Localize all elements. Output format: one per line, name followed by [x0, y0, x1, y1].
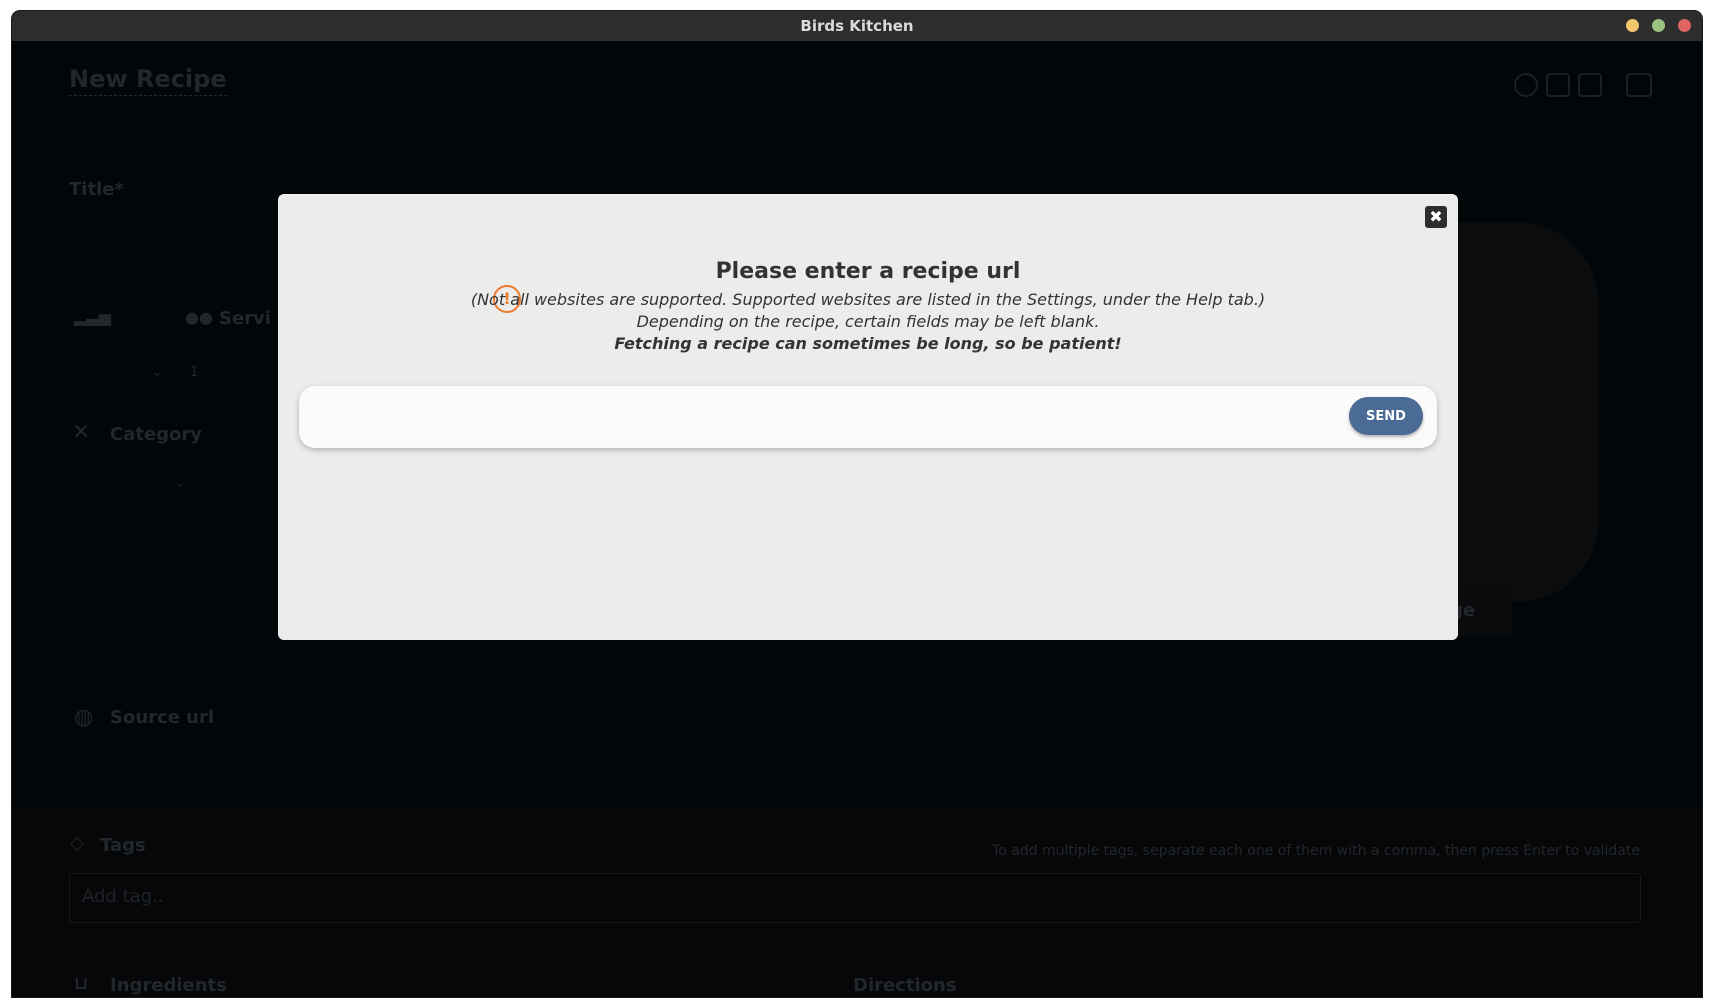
patience-note: Fetching a recipe can sometimes be long,…: [614, 334, 1122, 353]
tags-placeholder: Add tag..: [82, 886, 164, 907]
app-window: Birds Kitchen New Recipe Title* ▂▃▅ ●● S…: [12, 11, 1702, 997]
utensils-icon: ✕: [72, 420, 91, 445]
save-icon[interactable]: [1578, 73, 1602, 97]
window-close-button[interactable]: [1678, 19, 1691, 32]
ingredients-label: Ingredients: [110, 975, 227, 996]
source-url-label: Source url: [110, 707, 215, 728]
supported-sites-note: (Not all websites are supported. Support…: [470, 290, 1266, 309]
url-input-bar: SEND: [299, 386, 1437, 448]
directions-label: Directions: [853, 975, 957, 996]
tags-input[interactable]: Add tag..: [69, 873, 1641, 923]
minimize-button[interactable]: [1626, 19, 1639, 32]
basket-icon: ⊔: [74, 973, 89, 994]
recipe-url-dialog: ✖ Please enter a recipe url ! (Not all w…: [278, 194, 1458, 640]
recipe-url-input[interactable]: [323, 399, 1327, 437]
maximize-button[interactable]: [1652, 19, 1665, 32]
tags-label: Tags: [100, 835, 146, 856]
people-icon: ●●: [185, 308, 213, 327]
page-title: New Recipe: [69, 65, 227, 96]
send-button[interactable]: SEND: [1349, 397, 1423, 435]
dialog-title: Please enter a recipe url: [715, 259, 1021, 284]
servings-value[interactable]: 1: [190, 365, 198, 380]
tags-help-text: To add multiple tags, separate each one …: [992, 843, 1640, 859]
close-form-icon[interactable]: [1626, 73, 1652, 97]
category-chevron-icon[interactable]: ⌄: [175, 476, 186, 491]
window-title: Birds Kitchen: [800, 17, 914, 35]
tag-icon: ◇: [70, 833, 84, 854]
difficulty-chevron-icon[interactable]: ⌄: [152, 365, 163, 380]
book-icon[interactable]: [1546, 73, 1570, 97]
globe-icon[interactable]: [1514, 73, 1538, 97]
titlebar: Birds Kitchen: [12, 11, 1702, 41]
category-label: Category: [110, 424, 203, 445]
difficulty-icon: ▂▃▅: [74, 307, 111, 326]
blank-fields-note: Depending on the recipe, certain fields …: [636, 312, 1100, 331]
close-icon[interactable]: ✖: [1425, 206, 1447, 228]
servings-label: Servi: [219, 308, 271, 329]
globe-small-icon: ◍: [74, 705, 94, 730]
title-label: Title*: [69, 179, 124, 200]
